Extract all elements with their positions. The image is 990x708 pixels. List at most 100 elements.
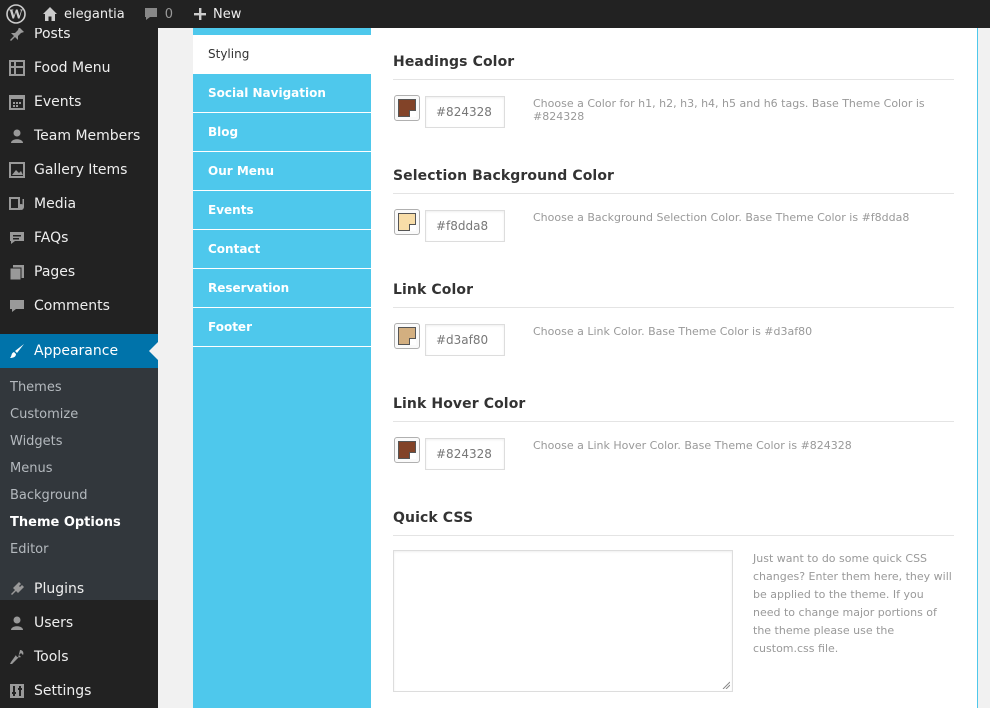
admin-sidebar: Posts Food Menu Events Team Members Gall…	[0, 28, 158, 708]
active-indicator	[149, 342, 158, 360]
sidebar-item-label: Appearance	[34, 343, 119, 359]
sidebar-item-label: Users	[34, 615, 74, 631]
sidebar-item-plugins[interactable]: Plugins	[0, 572, 158, 606]
sidebar-item-label: Comments	[34, 298, 110, 314]
quick-css-textarea[interactable]	[393, 550, 733, 692]
section-divider	[393, 193, 954, 194]
sidebar-item-label: Team Members	[34, 128, 141, 144]
sidebar-item-label: Tools	[34, 649, 69, 665]
menu-icon	[0, 51, 34, 85]
sidebar-item-label: Gallery Items	[34, 162, 128, 178]
sidebar-item-label: Plugins	[34, 581, 85, 597]
faq-icon	[0, 221, 34, 255]
section-divider	[393, 535, 954, 536]
color-picker-button[interactable]	[394, 209, 420, 235]
section-divider	[393, 79, 954, 80]
plus-icon	[194, 8, 207, 20]
color-swatch	[398, 327, 416, 345]
sidebar-item-food-menu[interactable]: Food Menu	[0, 51, 158, 85]
color-picker-button[interactable]	[394, 95, 420, 121]
users-icon	[0, 606, 34, 640]
sidebar-item-label: Settings	[34, 683, 92, 699]
sidebar-item-label: Pages	[34, 264, 76, 280]
section-title: Quick CSS	[393, 510, 474, 526]
brush-icon	[0, 334, 34, 368]
sidebar-item-team-members[interactable]: Team Members	[0, 119, 158, 153]
svg-text:W: W	[8, 8, 23, 22]
field-description: Choose a Link Hover Color. Base Theme Co…	[533, 439, 852, 452]
section-title: Link Hover Color	[393, 396, 526, 412]
settings-icon	[0, 674, 34, 708]
sidebar-item-pages[interactable]: Pages	[0, 255, 158, 289]
comment-bubble-icon	[144, 8, 157, 20]
section-divider	[393, 421, 954, 422]
color-hex-input[interactable]: #824328	[425, 438, 505, 470]
section-divider	[393, 307, 954, 308]
tab-blog[interactable]: Blog	[193, 113, 371, 152]
sidebar-item-label: Events	[34, 94, 82, 110]
sidebar-item-faqs[interactable]: FAQs	[0, 221, 158, 255]
tab-styling[interactable]: Styling	[193, 35, 371, 74]
color-hex-input[interactable]: #d3af80	[425, 324, 505, 356]
section-title: Link Color	[393, 282, 474, 298]
calendar-icon	[0, 85, 34, 119]
user-icon	[0, 119, 34, 153]
sidebar-item-events[interactable]: Events	[0, 85, 158, 119]
plug-icon	[0, 572, 34, 606]
section-title: Headings Color	[393, 54, 515, 70]
color-hex-input[interactable]: #f8dda8	[425, 210, 505, 242]
section-title: Selection Background Color	[393, 168, 615, 184]
tab-footer[interactable]: Footer	[193, 308, 371, 347]
pages-icon	[0, 255, 34, 289]
color-picker-button[interactable]	[394, 323, 420, 349]
wordpress-logo-button[interactable]: W	[0, 0, 30, 28]
tabs-top-strip	[193, 28, 371, 35]
sidebar-item-label: Food Menu	[34, 60, 111, 76]
submenu-item-background[interactable]: Background	[10, 488, 88, 503]
sidebar-item-label: Media	[34, 196, 77, 212]
field-description: Choose a Link Color. Base Theme Color is…	[533, 325, 813, 338]
tab-social-navigation[interactable]: Social Navigation	[193, 74, 371, 113]
sidebar-item-settings[interactable]: Settings	[0, 674, 158, 708]
theme-options-panel: Styling Social Navigation Blog Our Menu …	[193, 28, 978, 708]
submenu-item-menus[interactable]: Menus	[10, 461, 52, 476]
sidebar-item-tools[interactable]: Tools	[0, 640, 158, 674]
new-content-button[interactable]: New	[181, 0, 249, 28]
submenu-item-customize[interactable]: Customize	[10, 407, 78, 422]
sidebar-item-posts[interactable]: Posts	[0, 28, 158, 51]
comments-count: 0	[164, 6, 174, 22]
submenu-item-widgets[interactable]: Widgets	[10, 434, 63, 449]
appearance-submenu: Themes Customize Widgets Menus Backgroun…	[0, 368, 158, 600]
sidebar-item-media[interactable]: Media	[0, 187, 158, 221]
tab-events[interactable]: Events	[193, 191, 371, 230]
tab-our-menu[interactable]: Our Menu	[193, 152, 371, 191]
color-swatch	[398, 441, 416, 459]
sidebar-item-comments[interactable]: Comments	[0, 289, 158, 323]
submenu-item-editor[interactable]: Editor	[10, 542, 48, 557]
field-description: Choose a Background Selection Color. Bas…	[533, 211, 910, 224]
color-hex-input[interactable]: #824328	[425, 96, 505, 128]
quick-css-description: Just want to do some quick CSS changes? …	[753, 552, 952, 655]
submenu-item-theme-options[interactable]: Theme Options	[10, 515, 121, 530]
comments-link[interactable]: 0	[133, 0, 181, 28]
admin-bar: W elegantia 0 New	[0, 0, 990, 28]
color-swatch	[398, 99, 416, 117]
sidebar-item-users[interactable]: Users	[0, 606, 158, 640]
new-label: New	[213, 6, 242, 22]
sidebar-item-appearance[interactable]: Appearance	[0, 334, 158, 368]
site-name: elegantia	[64, 6, 125, 22]
pin-icon	[0, 28, 34, 51]
color-picker-button[interactable]	[394, 437, 420, 463]
tab-reservation[interactable]: Reservation	[193, 269, 371, 308]
tab-contact[interactable]: Contact	[193, 230, 371, 269]
wordpress-icon: W	[6, 4, 26, 24]
submenu-item-themes[interactable]: Themes	[10, 380, 62, 395]
sidebar-item-gallery-items[interactable]: Gallery Items	[0, 153, 158, 187]
field-description: Choose a Color for h1, h2, h3, h4, h5 an…	[533, 97, 925, 123]
media-icon	[0, 187, 34, 221]
color-swatch	[398, 213, 416, 231]
site-name-link[interactable]: elegantia	[30, 0, 133, 28]
options-tabs: Styling Social Navigation Blog Our Menu …	[193, 28, 371, 708]
resize-grip-icon[interactable]	[722, 681, 730, 689]
wrench-icon	[0, 640, 34, 674]
